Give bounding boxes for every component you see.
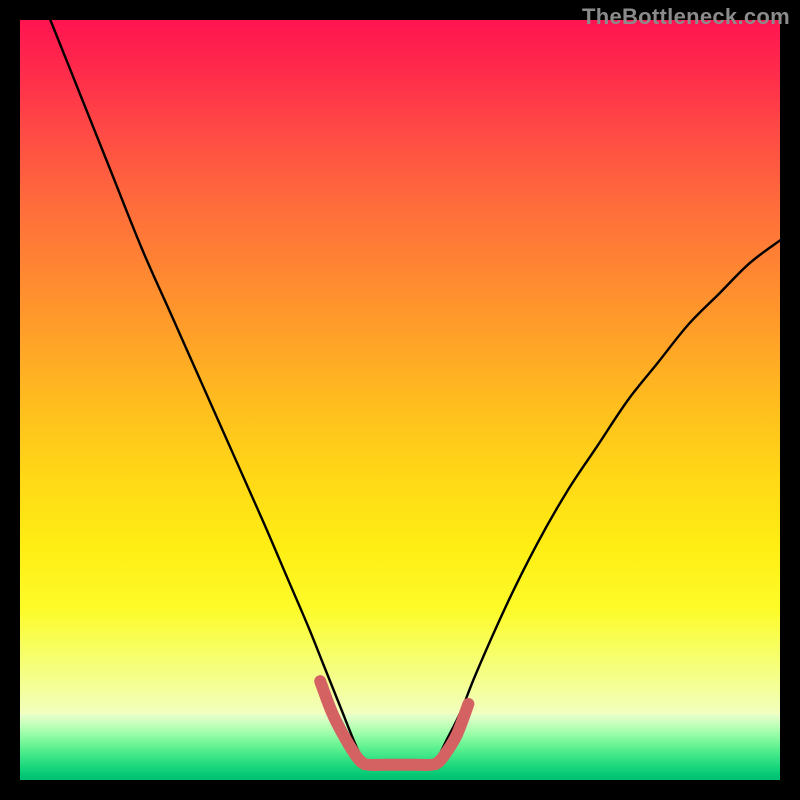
bottleneck-red-valley [320,681,468,765]
chart-frame: TheBottleneck.com [0,0,800,800]
bottleneck-black-curve [50,20,780,765]
curve-layer [20,20,780,780]
watermark-text: TheBottleneck.com [582,4,790,30]
plot-area [20,20,780,780]
